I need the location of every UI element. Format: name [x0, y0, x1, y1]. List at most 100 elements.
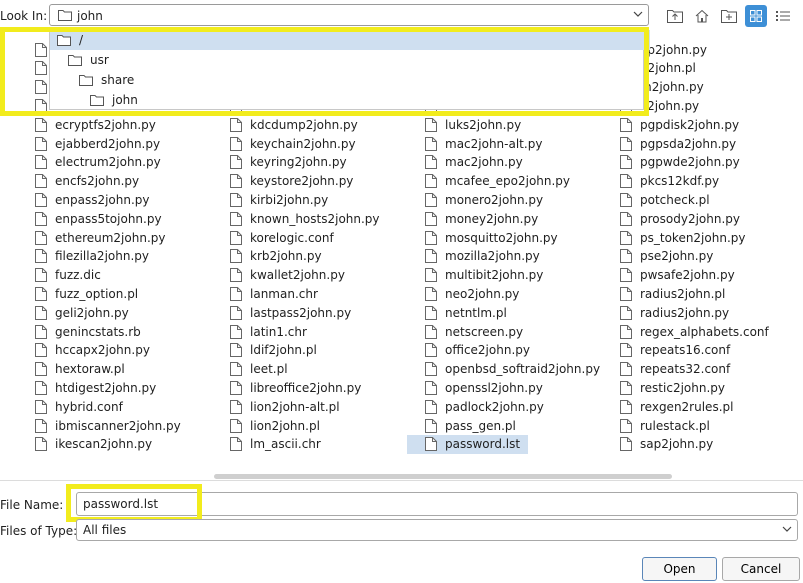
- file-item[interactable]: lion2john-alt.pl: [230, 397, 340, 416]
- file-item[interactable]: prosody2john.py: [620, 209, 740, 228]
- file-name-input[interactable]: [83, 497, 783, 511]
- chevron-down-icon[interactable]: [781, 523, 793, 538]
- file-icon: [35, 174, 47, 189]
- file-item[interactable]: hybrid.conf: [35, 397, 123, 416]
- file-name: radius2john.py: [640, 305, 730, 320]
- chevron-down-icon[interactable]: [632, 8, 644, 23]
- file-item[interactable]: hextoraw.pl: [35, 360, 125, 379]
- file-item[interactable]: kirbi2john.py: [230, 190, 328, 209]
- file-item[interactable]: pgpsda2john.py: [620, 134, 736, 153]
- file-item[interactable]: regex_alphabets.conf: [620, 322, 769, 341]
- file-item[interactable]: ecryptfs2john.py: [35, 115, 156, 134]
- file-item[interactable]: pass_gen.pl: [425, 416, 516, 435]
- look-in-combo[interactable]: john: [49, 4, 649, 26]
- file-item[interactable]: ethereum2john.py: [35, 228, 165, 247]
- file-item[interactable]: password.lst: [407, 434, 529, 454]
- file-item[interactable]: keystore2john.py: [230, 172, 353, 191]
- horizontal-scrollbar[interactable]: [214, 474, 672, 479]
- file-item[interactable]: keychain2john.py: [230, 134, 356, 153]
- dropdown-item[interactable]: john: [50, 90, 683, 110]
- file-item[interactable]: lm_ascii.chr: [230, 435, 321, 454]
- open-button[interactable]: Open: [642, 557, 717, 581]
- file-item[interactable]: lanman.chr: [230, 284, 318, 303]
- file-item[interactable]: multibit2john.py: [425, 266, 543, 285]
- file-item[interactable]: genincstats.rb: [35, 322, 141, 341]
- file-item[interactable]: ldif2john.pl: [230, 341, 317, 360]
- file-item[interactable]: kwallet2john.py: [230, 266, 345, 285]
- file-item[interactable]: htdigest2john.py: [35, 378, 156, 397]
- file-item[interactable]: netntlm.pl: [425, 303, 507, 322]
- file-item[interactable]: ibmiscanner2john.py: [35, 416, 181, 435]
- file-item[interactable]: mozilla2john.py: [425, 247, 540, 266]
- file-item[interactable]: korelogic.conf: [230, 228, 334, 247]
- file-type-combo[interactable]: All files: [76, 519, 798, 541]
- file-item[interactable]: pwsafe2john.py: [620, 266, 735, 285]
- file-name: korelogic.conf: [250, 230, 334, 245]
- file-item[interactable]: known_hosts2john.py: [230, 209, 380, 228]
- file-item[interactable]: ejabberd2john.py: [35, 134, 160, 153]
- file-icon: [425, 136, 437, 151]
- file-item[interactable]: pgpwde2john.py: [620, 153, 740, 172]
- file-item[interactable]: ikescan2john.py: [35, 435, 152, 454]
- file-item[interactable]: ps_token2john.py: [620, 228, 745, 247]
- file-item[interactable]: libreoffice2john.py: [230, 378, 361, 397]
- file-item[interactable]: pse2john.py: [620, 247, 713, 266]
- file-item[interactable]: radius2john.py: [620, 303, 729, 322]
- file-item[interactable]: rexgen2rules.pl: [620, 397, 733, 416]
- file-item[interactable]: openbsd_softraid2john.py: [425, 360, 600, 379]
- file-item[interactable]: neo2john.py: [425, 284, 519, 303]
- file-name: pgpdisk2john.py: [640, 117, 740, 132]
- file-item[interactable]: mac2john.py: [425, 153, 523, 172]
- file-item[interactable]: mac2john-alt.py: [425, 134, 542, 153]
- dropdown-item[interactable]: share: [50, 70, 672, 90]
- file-icon: [425, 230, 437, 245]
- file-item[interactable]: openssl2john.py: [425, 378, 543, 397]
- file-item[interactable]: office2john.py: [425, 341, 530, 360]
- file-item[interactable]: kdcdump2john.py: [230, 115, 358, 134]
- file-item[interactable]: fuzz_option.pl: [35, 284, 138, 303]
- file-item[interactable]: money2john.py: [425, 209, 538, 228]
- divider: [0, 480, 803, 481]
- new-folder-icon[interactable]: [718, 5, 740, 27]
- grid-view-icon[interactable]: [745, 5, 767, 27]
- file-item[interactable]: repeats32.conf: [620, 360, 730, 379]
- look-in-dropdown[interactable]: / usr share john: [49, 30, 650, 110]
- dropdown-item[interactable]: /: [50, 30, 650, 50]
- file-item[interactable]: enpass2john.py: [35, 190, 150, 209]
- file-item[interactable]: padlock2john.py: [425, 397, 544, 416]
- home-icon[interactable]: [691, 5, 713, 27]
- file-item[interactable]: restic2john.py: [620, 378, 725, 397]
- file-item[interactable]: lastpass2john.py: [230, 303, 351, 322]
- file-item[interactable]: mosquitto2john.py: [425, 228, 558, 247]
- list-view-icon[interactable]: [772, 5, 794, 27]
- file-item[interactable]: electrum2john.py: [35, 153, 161, 172]
- file-item[interactable]: enpass5tojohn.py: [35, 209, 162, 228]
- file-item[interactable]: monero2john.py: [425, 190, 543, 209]
- dropdown-item[interactable]: usr: [50, 50, 661, 70]
- file-item[interactable]: lion2john.pl: [230, 416, 320, 435]
- file-item[interactable]: pkcs12kdf.py: [620, 172, 719, 191]
- file-item[interactable]: filezilla2john.py: [35, 247, 149, 266]
- file-item[interactable]: netscreen.py: [425, 322, 523, 341]
- file-item[interactable]: encfs2john.py: [35, 172, 139, 191]
- file-item[interactable]: latin1.chr: [230, 322, 307, 341]
- file-item[interactable]: potcheck.pl: [620, 190, 710, 209]
- file-item[interactable]: mcafee_epo2john.py: [425, 172, 570, 191]
- file-item[interactable]: krb2john.py: [230, 247, 322, 266]
- file-item[interactable]: luks2john.py: [425, 115, 521, 134]
- up-folder-icon[interactable]: [664, 5, 686, 27]
- cancel-button[interactable]: Cancel: [722, 557, 800, 581]
- file-icon: [620, 155, 632, 170]
- file-item[interactable]: sap2john.py: [620, 435, 713, 454]
- file-item[interactable]: radius2john.pl: [620, 284, 725, 303]
- file-item[interactable]: geli2john.py: [35, 303, 129, 322]
- file-item[interactable]: leet.pl: [230, 360, 288, 379]
- file-item[interactable]: repeats16.conf: [620, 341, 730, 360]
- file-item[interactable]: pgpdisk2john.py: [620, 115, 739, 134]
- file-item[interactable]: fuzz.dic: [35, 266, 101, 285]
- file-item[interactable]: keyring2john.py: [230, 153, 347, 172]
- file-item[interactable]: hccapx2john.py: [35, 341, 150, 360]
- file-name: netscreen.py: [445, 324, 524, 339]
- file-item[interactable]: rulestack.pl: [620, 416, 710, 435]
- file-name-field[interactable]: [76, 492, 798, 516]
